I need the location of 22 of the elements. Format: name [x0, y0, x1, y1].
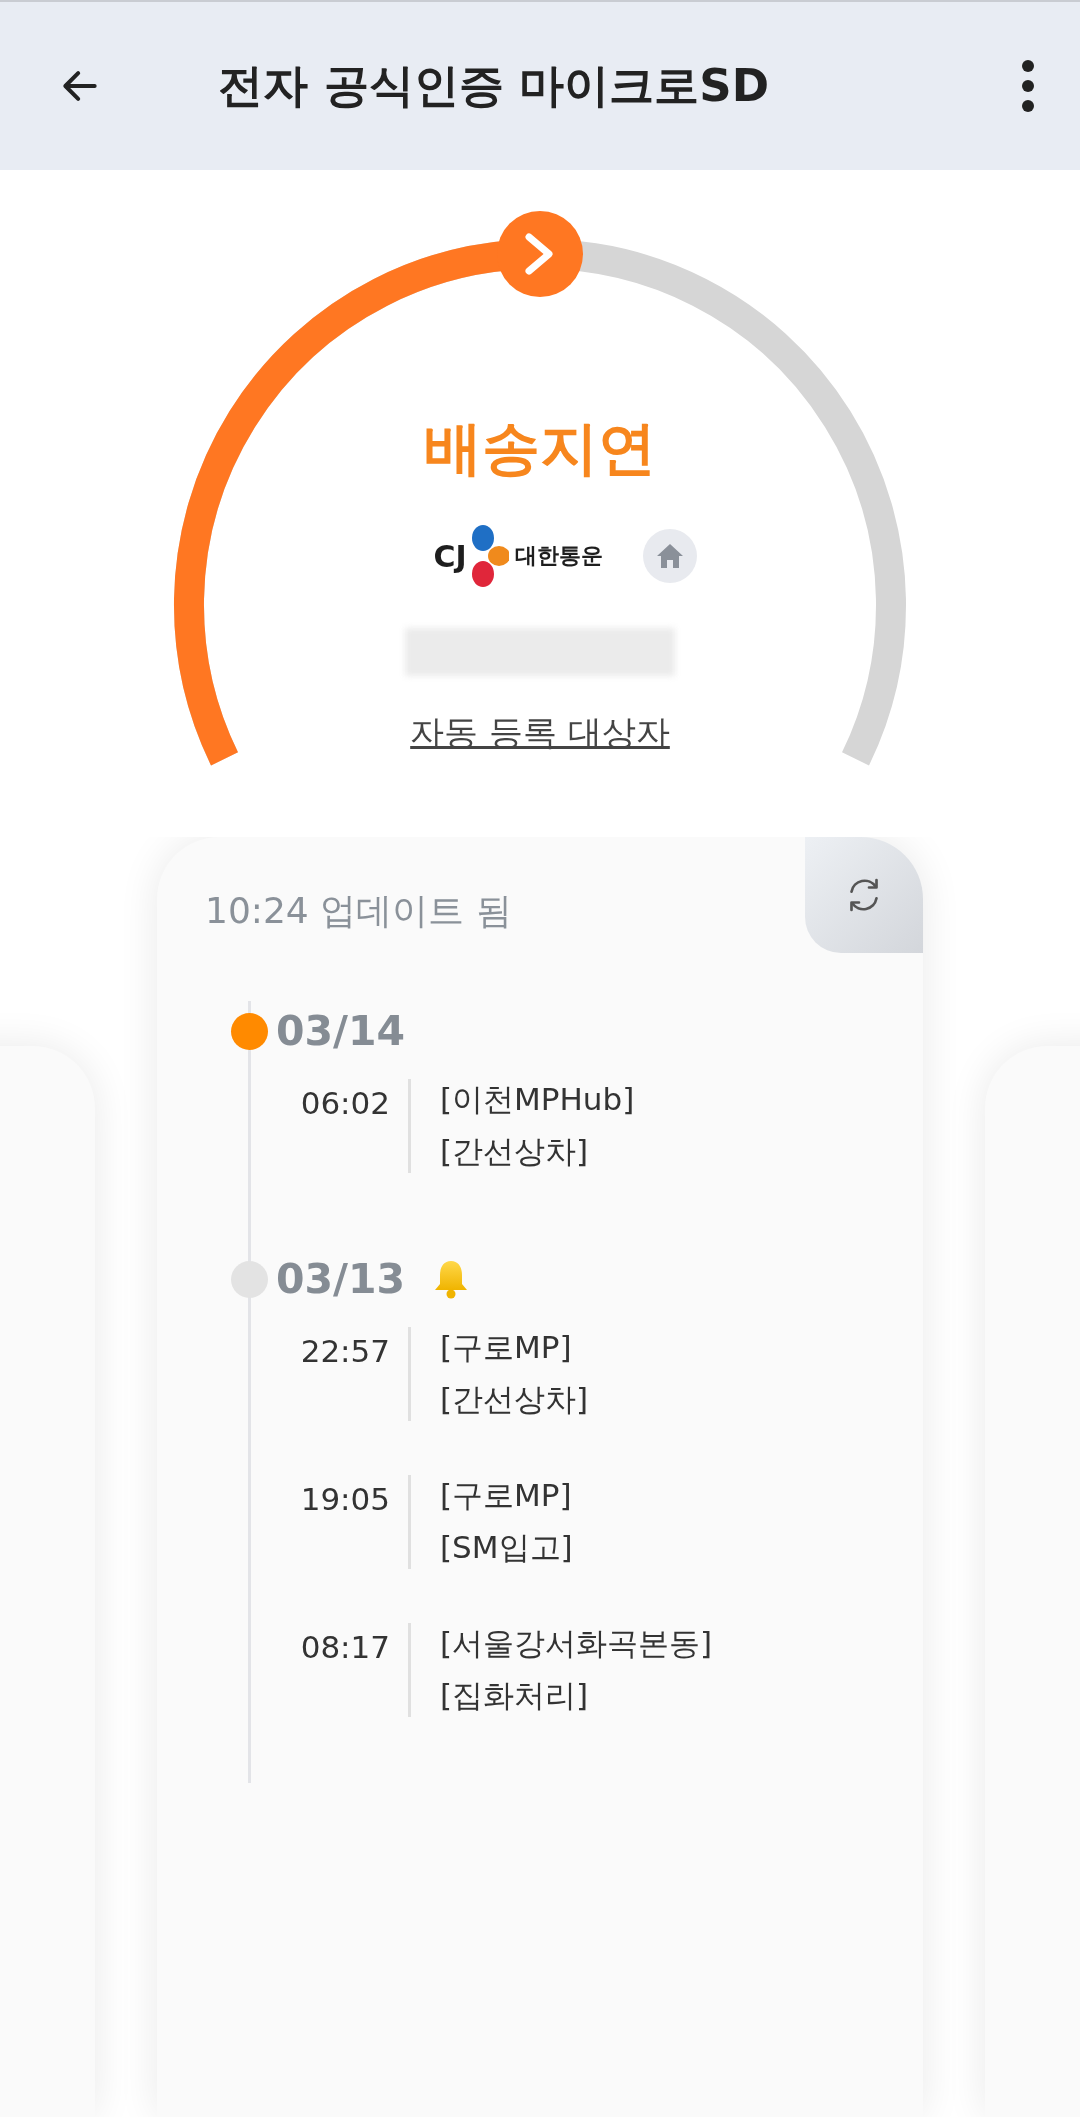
- event-time: 06:02: [299, 1084, 391, 1123]
- event-detail: [간선상차]: [440, 1132, 590, 1171]
- home-button[interactable]: [642, 529, 697, 583]
- event-time: 19:05: [299, 1480, 391, 1519]
- event-time: 22:57: [299, 1332, 391, 1371]
- updated-time: 10:24 업데이트 됨: [204, 889, 512, 933]
- page-title: 전자 공식인증 마이크로SD: [218, 58, 771, 114]
- event-detail: [집화처리]: [440, 1676, 590, 1715]
- event-detail: [구로MP]: [440, 1476, 573, 1515]
- date-label: 03/13: [276, 1255, 406, 1303]
- event-detail: [간선상차]: [440, 1380, 589, 1419]
- event-detail: [서울강서화곡본동]: [440, 1624, 713, 1663]
- event-time: 08:17: [299, 1628, 391, 1667]
- logo-letters: CJ: [433, 538, 467, 574]
- event-detail: [구로MP]: [440, 1328, 573, 1367]
- auto-register-link[interactable]: 자동 등록 대상자: [410, 710, 670, 756]
- delivery-status: 배송지연: [424, 413, 656, 484]
- date-label: 03/14: [276, 1007, 406, 1055]
- event-detail: [이천MPHub]: [440, 1080, 635, 1119]
- event-detail: [SM입고]: [440, 1528, 573, 1567]
- more-vertical-icon[interactable]: [1020, 58, 1036, 114]
- carrier-name: 대한통운: [514, 542, 603, 570]
